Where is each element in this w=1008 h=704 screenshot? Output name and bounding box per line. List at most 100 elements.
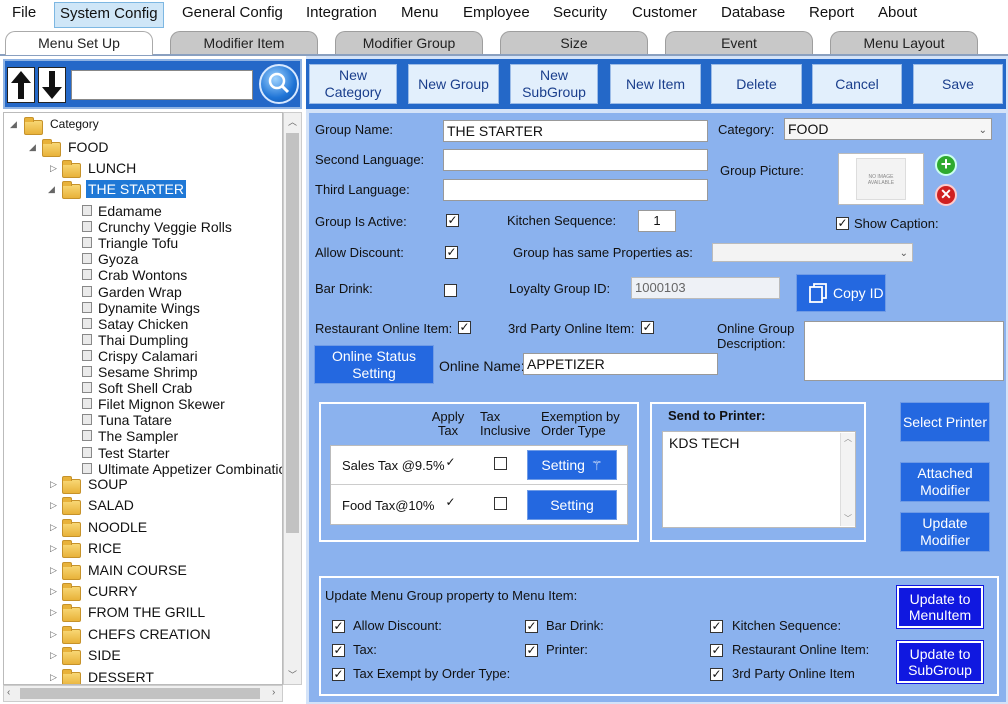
update-restaurant-online-checkbox[interactable]: ✓ [710, 644, 723, 657]
menu-database[interactable]: Database [718, 4, 788, 26]
expand-icon[interactable]: ▷ [50, 650, 57, 661]
tree-group[interactable]: CHEFS CREATION [88, 625, 211, 643]
expand-icon[interactable]: ▷ [50, 565, 57, 576]
online-status-button[interactable]: Online Status Setting [314, 345, 434, 384]
tree-group[interactable]: SALAD [88, 496, 134, 514]
scroll-left-icon[interactable]: ‹ [7, 687, 10, 698]
update-tax-checkbox[interactable]: ✓ [332, 644, 345, 657]
printer-list-scrollbar[interactable]: ︿ ﹀ [840, 433, 855, 526]
scroll-down-icon[interactable]: ﹀ [288, 668, 297, 681]
scroll-up-icon[interactable]: ︿ [844, 433, 852, 444]
expand-icon[interactable]: ▷ [50, 586, 57, 597]
menu-general-config[interactable]: General Config [179, 4, 286, 26]
update-to-menuitem-button[interactable]: Update to MenuItem [896, 585, 984, 629]
tree-horizontal-scrollbar[interactable]: ‹ › [3, 685, 283, 702]
remove-picture-icon[interactable]: ✕ [935, 184, 957, 206]
kitchen-sequence-input[interactable]: 1 [638, 210, 676, 232]
menu-employee[interactable]: Employee [460, 4, 533, 26]
update-modifier-button[interactable]: Update Modifier [900, 512, 990, 552]
apply-tax-checkbox[interactable]: ✓ [444, 456, 457, 470]
expand-icon[interactable]: ▷ [50, 163, 57, 174]
expand-icon[interactable]: ▷ [50, 543, 57, 554]
attached-modifier-button[interactable]: Attached Modifier [900, 462, 990, 502]
delete-button[interactable]: Delete [711, 64, 802, 104]
menu-customer[interactable]: Customer [629, 4, 700, 26]
online-desc-input[interactable] [804, 321, 1004, 381]
tree-vertical-scrollbar[interactable]: ︿ ﹀ [283, 112, 302, 685]
show-caption-checkbox[interactable]: ✓ [836, 217, 849, 230]
scroll-thumb[interactable] [20, 688, 260, 699]
second-language-input[interactable] [443, 149, 708, 171]
category-select[interactable]: FOOD ⌄ [784, 118, 992, 140]
update-printer-checkbox[interactable]: ✓ [525, 644, 538, 657]
restaurant-online-checkbox[interactable]: ✓ [458, 321, 471, 334]
tree-group[interactable]: MAIN COURSE [88, 561, 187, 579]
move-down-button[interactable] [38, 67, 66, 103]
category-tree[interactable]: ◢ Category ◢ FOOD ▷ LUNCH ◢ THE STARTER … [3, 112, 283, 685]
scroll-right-icon[interactable]: › [272, 687, 275, 698]
update-bar-drink-checkbox[interactable]: ✓ [525, 620, 538, 633]
update-tax-exempt-checkbox[interactable]: ✓ [332, 668, 345, 681]
scroll-down-icon[interactable]: ﹀ [844, 513, 852, 524]
expand-icon[interactable]: ▷ [50, 522, 57, 533]
third-party-checkbox[interactable]: ✓ [641, 321, 654, 334]
third-language-input[interactable] [443, 179, 708, 201]
menu-system-config[interactable]: System Config [54, 2, 164, 28]
tax-inclusive-checkbox[interactable] [494, 497, 507, 510]
collapse-icon[interactable]: ◢ [10, 119, 17, 130]
menu-security[interactable]: Security [550, 4, 610, 26]
move-up-button[interactable] [7, 67, 35, 103]
tab-event[interactable]: Event [665, 31, 813, 55]
tab-menu-set-up[interactable]: Menu Set Up [5, 31, 153, 55]
group-active-checkbox[interactable]: ✓ [446, 214, 459, 227]
search-input[interactable] [71, 70, 253, 100]
group-picture[interactable]: NO IMAGE AVAILABLE [838, 153, 924, 205]
scroll-thumb[interactable] [286, 133, 299, 533]
group-name-input[interactable]: THE STARTER [443, 120, 708, 142]
new-subgroup-button[interactable]: New SubGroup [510, 64, 598, 104]
update-allow-discount-checkbox[interactable]: ✓ [332, 620, 345, 633]
new-category-button[interactable]: New Category [309, 64, 397, 104]
tab-modifier-item[interactable]: Modifier Item [170, 31, 318, 55]
tab-size[interactable]: Size [500, 31, 648, 55]
expand-icon[interactable]: ▷ [50, 672, 57, 683]
search-button[interactable] [259, 64, 299, 104]
new-group-button[interactable]: New Group [408, 64, 499, 104]
menu-integration[interactable]: Integration [303, 4, 380, 26]
list-item[interactable]: KDS TECH [669, 435, 740, 451]
menu-menu[interactable]: Menu [398, 4, 442, 26]
tree-group[interactable]: NOODLE [88, 518, 147, 536]
update-third-party-checkbox[interactable]: ✓ [710, 668, 723, 681]
tree-group[interactable]: SOUP [88, 475, 128, 493]
tree-food[interactable]: FOOD [68, 138, 108, 156]
expand-icon[interactable]: ▷ [50, 500, 57, 511]
online-name-input[interactable]: APPETIZER [523, 353, 718, 375]
collapse-icon[interactable]: ◢ [48, 184, 55, 195]
update-kitchen-seq-checkbox[interactable]: ✓ [710, 620, 723, 633]
tree-group[interactable]: FROM THE GRILL [88, 603, 205, 621]
tree-group[interactable]: SIDE [88, 646, 121, 664]
tree-group[interactable]: DESSERT [88, 668, 154, 684]
printer-list[interactable]: KDS TECH ︿ ﹀ [662, 431, 856, 528]
tax-setting-button[interactable]: Setting ⚚ [527, 450, 617, 480]
scroll-up-icon[interactable]: ︿ [288, 115, 297, 128]
expand-icon[interactable]: ▷ [50, 607, 57, 618]
save-button[interactable]: Save [913, 64, 1003, 104]
menu-file[interactable]: File [9, 4, 39, 26]
tree-group[interactable]: RICE [88, 539, 121, 557]
tree-lunch[interactable]: LUNCH [88, 159, 136, 177]
tab-menu-layout[interactable]: Menu Layout [830, 31, 978, 55]
same-properties-select[interactable]: ⌄ [712, 243, 913, 262]
tree-group[interactable]: CURRY [88, 582, 138, 600]
tree-root[interactable]: Category [50, 115, 99, 133]
cancel-button[interactable]: Cancel [812, 64, 902, 104]
copy-id-button[interactable]: Copy ID [796, 274, 886, 312]
update-to-subgroup-button[interactable]: Update to SubGroup [896, 640, 984, 684]
tax-inclusive-checkbox[interactable] [494, 457, 507, 470]
expand-icon[interactable]: ▷ [50, 629, 57, 640]
tab-modifier-group[interactable]: Modifier Group [335, 31, 483, 55]
tax-setting-button[interactable]: Setting [527, 490, 617, 520]
collapse-icon[interactable]: ◢ [29, 142, 36, 153]
new-item-button[interactable]: New Item [610, 64, 701, 104]
add-picture-icon[interactable]: + [935, 154, 957, 176]
